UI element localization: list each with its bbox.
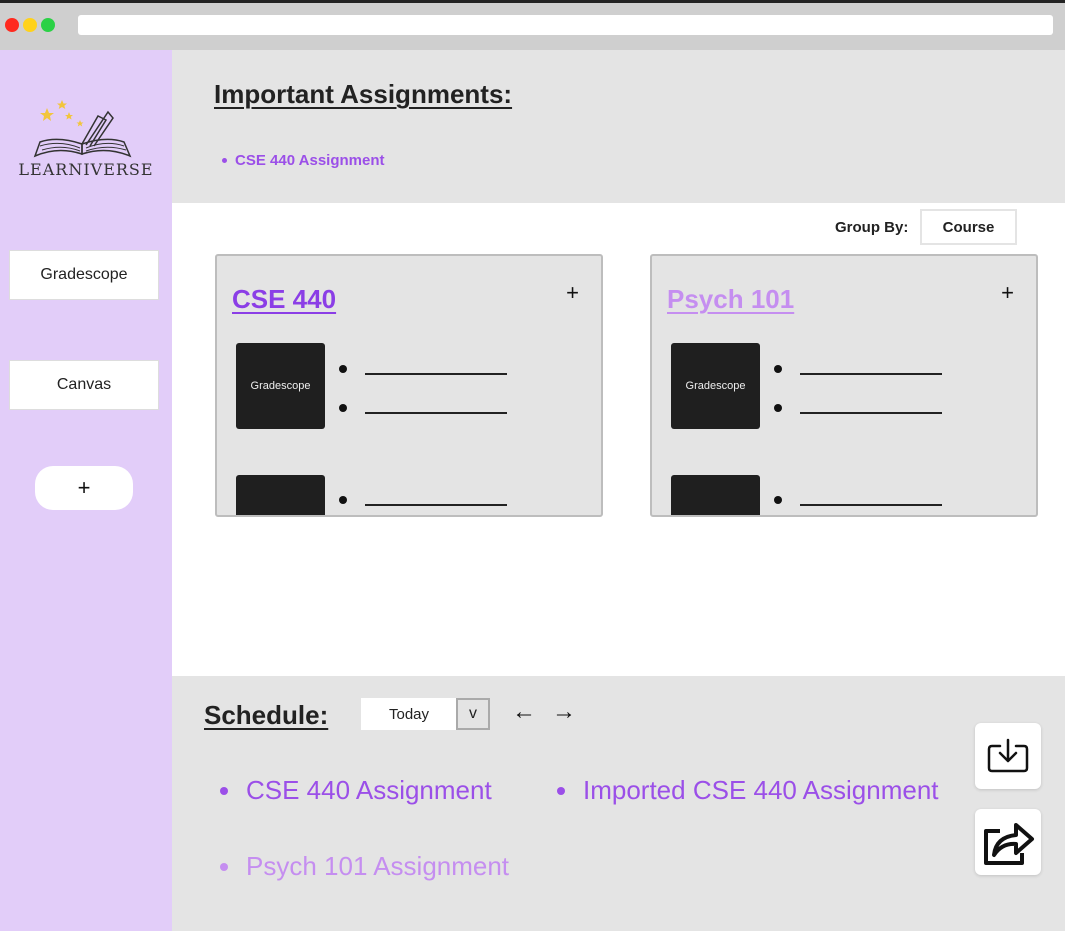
add-assignment-button[interactable]: + [566, 280, 579, 306]
important-assignments-panel: Important Assignments: CSE 440 Assignmen… [172, 50, 1065, 203]
group-by-label: Group By: [835, 219, 909, 236]
course-title-cse440[interactable]: CSE 440 [232, 284, 336, 315]
schedule-range-select[interactable]: Today [361, 698, 457, 730]
courses-panel: Group By: Course CSE 440 + Gradescope Ps… [172, 203, 1065, 676]
schedule-item-label: Imported CSE 440 Assignment [583, 775, 939, 805]
platform-block[interactable] [236, 475, 325, 515]
assignment-placeholder [339, 404, 509, 416]
schedule-panel: Schedule: Today v ← → CSE 440 Assignment… [172, 676, 1065, 931]
import-button[interactable] [975, 723, 1041, 789]
share-arrow-icon [984, 823, 1034, 865]
close-window-icon[interactable] [5, 18, 19, 32]
important-assignment-item[interactable]: CSE 440 Assignment [222, 152, 385, 169]
schedule-item[interactable]: Psych 101 Assignment [220, 851, 509, 882]
platform-block[interactable] [671, 475, 760, 515]
share-button[interactable] [975, 809, 1041, 875]
schedule-item-label: Psych 101 Assignment [246, 851, 510, 881]
assignment-placeholder [339, 496, 509, 508]
bullet-icon [222, 158, 227, 163]
sidebar: LEARNIVERSE Gradescope Canvas + [0, 50, 172, 931]
bullet-icon [220, 862, 228, 871]
minimize-window-icon[interactable] [23, 18, 37, 32]
bullet-icon [220, 786, 228, 795]
assignment-placeholder [774, 496, 944, 508]
bullet-icon [557, 786, 565, 795]
next-arrow-icon[interactable]: → [552, 698, 576, 726]
sidebar-item-gradescope[interactable]: Gradescope [9, 250, 159, 300]
course-card-cse440: CSE 440 + Gradescope [215, 254, 603, 517]
schedule-item[interactable]: Imported CSE 440 Assignment [557, 775, 939, 806]
group-by-select[interactable]: Course [920, 209, 1017, 245]
previous-arrow-icon[interactable]: ← [512, 698, 536, 726]
schedule-item-label: CSE 440 Assignment [246, 775, 492, 805]
course-card-psych101: Psych 101 + Gradescope [650, 254, 1038, 517]
schedule-item[interactable]: CSE 440 Assignment [220, 775, 492, 806]
address-bar[interactable] [78, 15, 1053, 35]
sidebar-item-canvas[interactable]: Canvas [9, 360, 159, 410]
important-assignments-title: Important Assignments: [214, 79, 513, 109]
gradescope-block[interactable]: Gradescope [671, 343, 760, 429]
download-tray-icon [987, 738, 1029, 773]
assignment-placeholder [339, 365, 509, 377]
assignment-placeholder [774, 404, 944, 416]
important-assignment-label: CSE 440 Assignment [235, 152, 385, 169]
add-integration-button[interactable]: + [35, 466, 133, 510]
course-title-psych101[interactable]: Psych 101 [667, 284, 794, 315]
add-assignment-button[interactable]: + [1001, 280, 1014, 306]
schedule-title: Schedule: [204, 700, 329, 730]
browser-titlebar [0, 0, 1065, 50]
app-logo-text: LEARNIVERSE [18, 160, 154, 179]
maximize-window-icon[interactable] [41, 18, 55, 32]
assignment-placeholder [774, 365, 944, 377]
schedule-range-toggle[interactable]: v [456, 698, 490, 730]
gradescope-block[interactable]: Gradescope [236, 343, 325, 429]
